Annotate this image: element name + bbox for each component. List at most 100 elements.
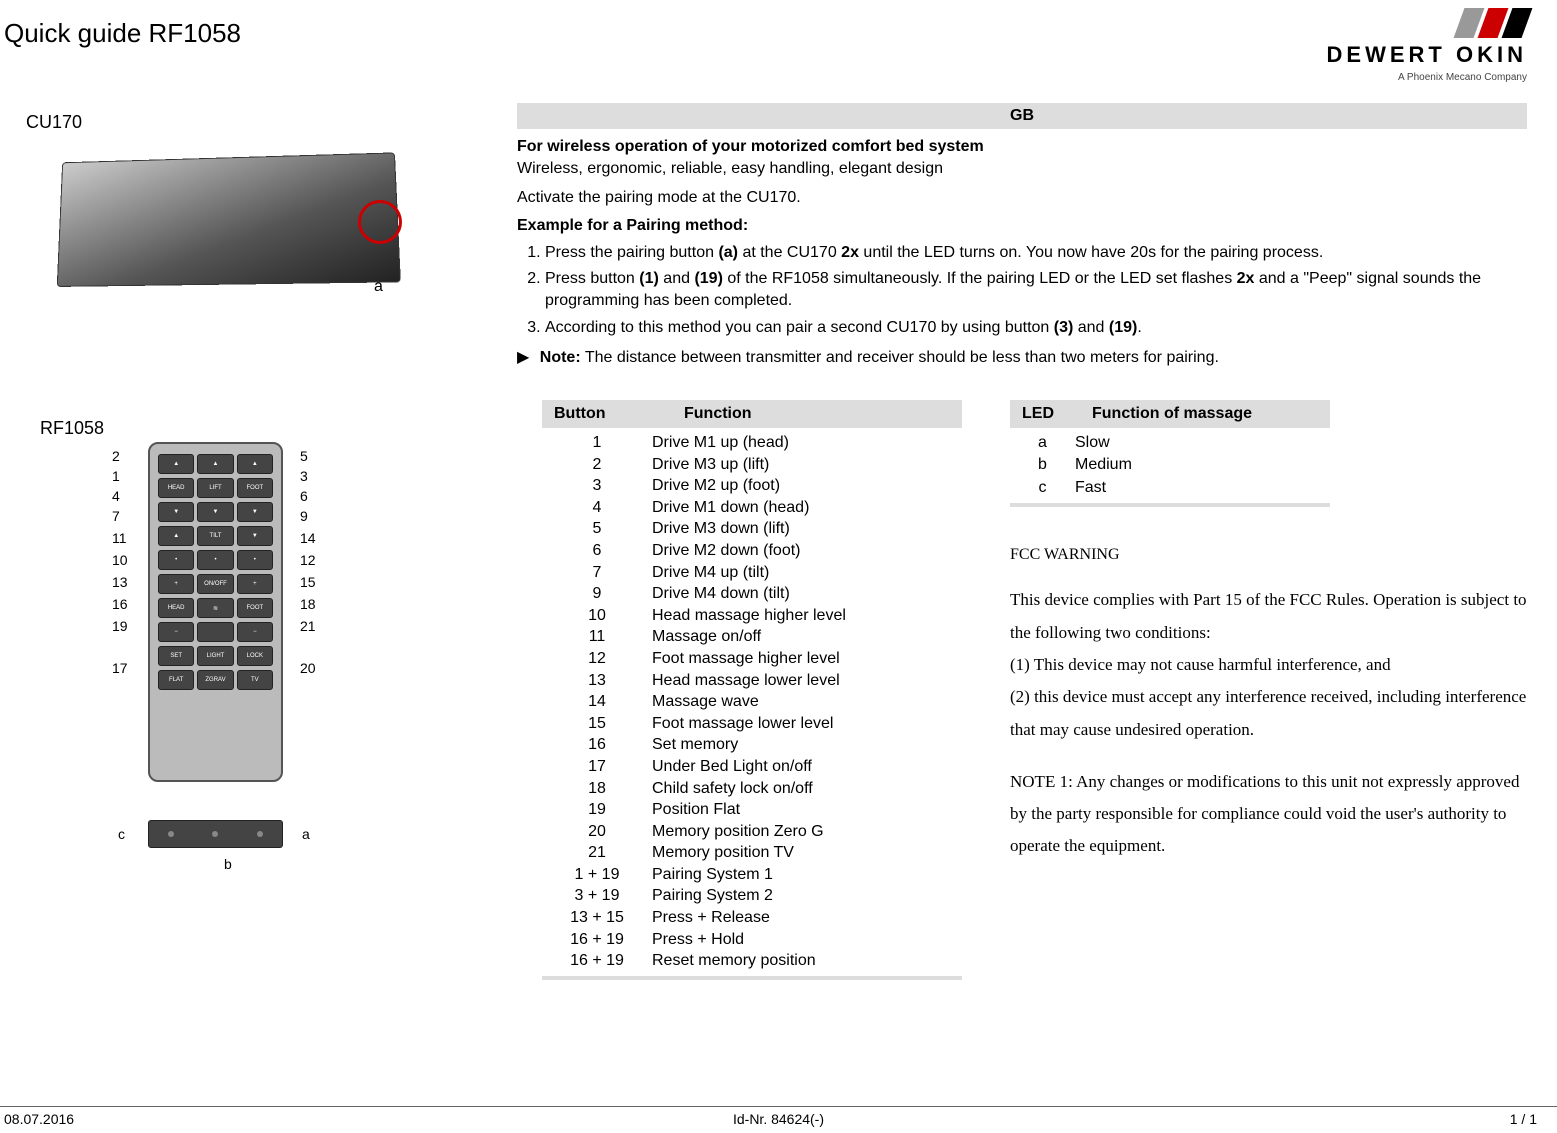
table-row: 17Under Bed Light on/off [542, 756, 962, 778]
table-row: 16Set memory [542, 734, 962, 756]
remote-callout: 21 [300, 618, 316, 634]
table-row: 1 + 19Pairing System 1 [542, 864, 962, 886]
remote-callout: 19 [112, 618, 128, 634]
led-callout-b: b [224, 856, 232, 872]
remote-button: • [158, 550, 194, 570]
table-row: 11Massage on/off [542, 626, 962, 648]
table-cell-function: Press + Release [652, 907, 962, 929]
remote-callout: 6 [300, 488, 308, 504]
table-cell-function: Position Flat [652, 799, 962, 821]
table-cell-led: b [1010, 454, 1075, 476]
table-row: 15Foot massage lower level [542, 713, 962, 735]
table-cell-button: 3 [542, 475, 652, 497]
remote-button: ▼ [237, 526, 273, 546]
remote-button: LIGHT [197, 646, 233, 666]
table-cell-button: 10 [542, 605, 652, 627]
button-table-header: Button Function [542, 400, 962, 428]
table-row: 16 + 19Press + Hold [542, 929, 962, 951]
remote-callout: 1 [112, 468, 120, 484]
note-text: The distance between transmitter and rec… [585, 349, 1219, 366]
table-cell-function: Drive M2 down (foot) [652, 540, 962, 562]
fcc-p4: NOTE 1: Any changes or modifications to … [1010, 766, 1530, 863]
table-cell-button: 20 [542, 821, 652, 843]
rf1058-label: RF1058 [40, 418, 104, 439]
fcc-warning-block: FCC WARNING This device complies with Pa… [1010, 540, 1530, 863]
remote-button: HEAD [158, 598, 194, 618]
table-row: 14Massage wave [542, 691, 962, 713]
table-row: 4Drive M1 down (head) [542, 497, 962, 519]
remote-button: ON/OFF [197, 574, 233, 594]
remote-button: ▼ [197, 502, 233, 522]
rf1058-remote-illustration: ▲▲▲HEADLIFTFOOT▼▼▼▲TILT▼•••+ON/OFF+HEAD≋… [148, 442, 283, 782]
table-cell-button: 19 [542, 799, 652, 821]
table-row: cFast [1010, 477, 1330, 499]
table-cell-led: c [1010, 477, 1075, 499]
note-row: ▶ Note: The distance between transmitter… [517, 347, 1527, 369]
remote-callout: 12 [300, 552, 316, 568]
remote-button: − [158, 622, 194, 642]
remote-callout: 20 [300, 660, 316, 676]
remote-callout: 5 [300, 448, 308, 464]
logo-icon [1367, 8, 1527, 38]
table-cell-button: 6 [542, 540, 652, 562]
table-cell-function: Under Bed Light on/off [652, 756, 962, 778]
table-cell-button: 11 [542, 626, 652, 648]
table-row: 12Foot massage higher level [542, 648, 962, 670]
table-cell-button: 1 [542, 432, 652, 454]
remote-button: • [237, 550, 273, 570]
table-cell-function: Head massage lower level [652, 670, 962, 692]
table-cell-button: 15 [542, 713, 652, 735]
remote-button: FOOT [237, 478, 273, 498]
table-cell-massage-fn: Fast [1075, 477, 1106, 499]
table-row: bMedium [1010, 454, 1330, 476]
intro-heading: For wireless operation of your motorized… [517, 136, 1527, 158]
remote-callout: 15 [300, 574, 316, 590]
intro-subtitle: Wireless, ergonomic, reliable, easy hand… [517, 158, 1527, 180]
remote-button: HEAD [158, 478, 194, 498]
table-cell-button: 7 [542, 562, 652, 584]
button-table-header-button: Button [554, 405, 684, 423]
table-cell-function: Drive M3 up (lift) [652, 454, 962, 476]
remote-callout: 3 [300, 468, 308, 484]
language-header-gb: GB [517, 103, 1527, 129]
table-cell-function: Memory position TV [652, 842, 962, 864]
remote-button: FLAT [158, 670, 194, 690]
table-cell-function: Drive M4 up (tilt) [652, 562, 962, 584]
remote-button: TV [237, 670, 273, 690]
table-cell-function: Child safety lock on/off [652, 778, 962, 800]
remote-callout: 10 [112, 552, 128, 568]
table-cell-function: Drive M2 up (foot) [652, 475, 962, 497]
table-row: 13 + 15Press + Release [542, 907, 962, 929]
table-cell-button: 5 [542, 518, 652, 540]
remote-button: − [237, 622, 273, 642]
table-row: 21Memory position TV [542, 842, 962, 864]
remote-callout: 18 [300, 596, 316, 612]
remote-callout: 7 [112, 508, 120, 524]
page-title: Quick guide RF1058 [4, 18, 241, 49]
table-row: 5Drive M3 down (lift) [542, 518, 962, 540]
cu170-label: CU170 [26, 112, 82, 133]
table-row: 6Drive M2 down (foot) [542, 540, 962, 562]
table-row: 2Drive M3 up (lift) [542, 454, 962, 476]
remote-button: ZGRAV [197, 670, 233, 690]
page-footer: 08.07.2016 Id-Nr. 84624(-) 1 / 1 [0, 1106, 1557, 1127]
table-cell-led: a [1010, 432, 1075, 454]
table-cell-button: 14 [542, 691, 652, 713]
pairing-step: Press button (1) and (19) of the RF1058 … [545, 268, 1527, 313]
led-function-table: LED Function of massage aSlowbMediumcFas… [1010, 400, 1330, 507]
remote-button: LOCK [237, 646, 273, 666]
pairing-step: According to this method you can pair a … [545, 317, 1527, 339]
remote-button: ▼ [158, 502, 194, 522]
brand-logo: DEWERT OKIN A Phoenix Mecano Company [1327, 8, 1527, 83]
table-cell-function: Massage on/off [652, 626, 962, 648]
remote-button: TILT [197, 526, 233, 546]
remote-button: + [158, 574, 194, 594]
table-cell-function: Pairing System 1 [652, 864, 962, 886]
table-cell-button: 18 [542, 778, 652, 800]
remote-button: • [197, 550, 233, 570]
led-strip-illustration [148, 820, 283, 848]
button-table-footer-bar [542, 976, 962, 980]
table-row: 18Child safety lock on/off [542, 778, 962, 800]
remote-callout: 17 [112, 660, 128, 676]
table-cell-button: 13 [542, 670, 652, 692]
